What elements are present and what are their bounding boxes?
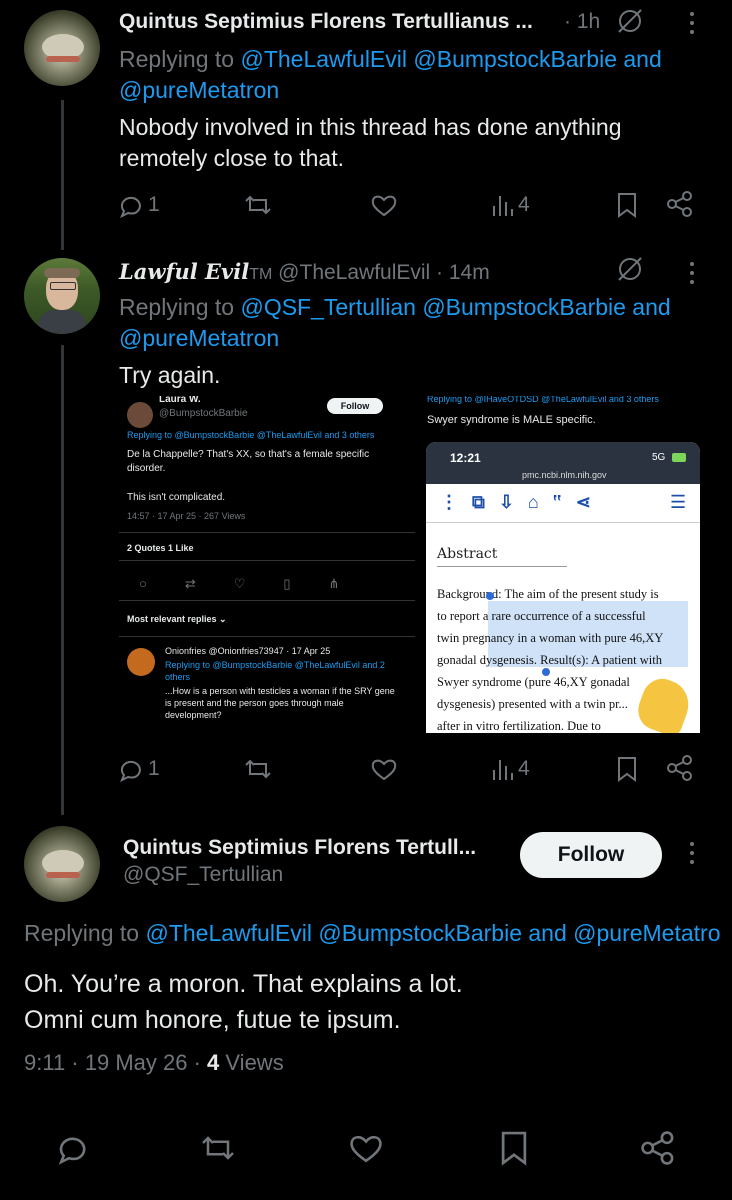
grok-icon[interactable] (612, 6, 648, 36)
post-timestamp[interactable]: 9:11 · 19 May 26 · (24, 1050, 201, 1075)
reply-handle[interactable]: @pureMetatron (119, 77, 279, 103)
phone-paragraph: Background: The aim of the present study… (437, 587, 659, 601)
selection-handle-icon (542, 668, 550, 676)
embed-meta: 14:57 · 17 Apr 25 · 267 Views (127, 511, 246, 521)
phone-paragraph: twin pregnancy in a woman with pure 46,X… (437, 631, 664, 645)
reply-count: 1 (148, 757, 160, 780)
embed-text: Swyer syndrome is MALE specific. (427, 414, 596, 426)
trademark-sign: TM (249, 266, 273, 283)
phone-paragraph: gonadal dysgenesis. Result(s): A patient… (437, 653, 662, 667)
views-icon[interactable] (488, 190, 518, 220)
phone-url: pmc.ncbi.nlm.nih.gov (522, 470, 607, 480)
reply-icon[interactable] (54, 1128, 94, 1168)
embed-follow-button: Follow (327, 398, 383, 414)
phone-signal: 5G (652, 452, 666, 463)
phone-abstract: Abstract (437, 546, 498, 562)
pointing-hand-icon (632, 673, 696, 733)
embed-reply-text: ...How is a person with testicles a woma… (165, 686, 395, 696)
retweet-icon[interactable] (240, 190, 276, 220)
embed-most-relevant: Most relevant replies ⌄ (127, 614, 227, 624)
reply-handles[interactable]: @TheLawfulEvil @BumpstockBarbie and @pur… (145, 920, 720, 946)
view-count: 4 (518, 193, 530, 216)
author-handle[interactable]: @QSF_Tertullian (123, 863, 283, 887)
reply-count: 1 (148, 193, 160, 216)
phone-paragraph: dysgenesis) presented with a twin pr... (437, 697, 628, 711)
embed-action-icons: ○⇄♡▯⋔ (139, 576, 378, 591)
avatar[interactable] (24, 826, 100, 902)
reply-handles[interactable]: @TheLawfulEvil @BumpstockBarbie and (240, 46, 661, 72)
phone-paragraph: after in vitro fertilization. Due to (437, 719, 601, 733)
embed-reply-to: others (165, 672, 191, 682)
embed-reply-name: Onionfries @Onionfries73947 · 17 Apr 25 (165, 646, 331, 656)
embed-text: De la Chappelle? That's XX, so that's a … (127, 449, 370, 460)
views-count: 4 (207, 1050, 220, 1075)
views-icon[interactable] (488, 754, 518, 784)
timestamp[interactable]: · 1h (564, 10, 600, 34)
tweet-text: remotely close to that. (119, 145, 344, 171)
embed-author: Laura W. (159, 396, 201, 405)
phone-paragraph: to report a rare occurrence of a success… (437, 609, 646, 623)
more-options-icon[interactable] (690, 12, 696, 39)
follow-button[interactable]: Follow (520, 832, 662, 878)
like-icon[interactable] (368, 754, 400, 784)
embed-text: This isn't complicated. (127, 492, 226, 503)
replying-label: Replying to (119, 46, 235, 72)
tweet-text: Try again. (119, 362, 221, 388)
embed-replying: Replying to @BumpstockBarbie @TheLawfulE… (127, 430, 375, 440)
reply-icon[interactable] (117, 754, 147, 784)
tweet-text: Omni cum honore, futue te ipsum. (24, 1006, 401, 1034)
phone-clock: 12:21 (450, 451, 481, 465)
share-icon[interactable] (638, 1128, 678, 1168)
author-name[interactable]: Lawful Evil (119, 259, 249, 284)
phone-toolbar-icons: ⋮⧉⇩⌂‟⋖ (440, 492, 605, 512)
reply-handle[interactable]: @pureMetatron (119, 325, 279, 351)
bookmark-icon[interactable] (612, 754, 642, 784)
replying-label: Replying to (119, 294, 235, 320)
retweet-icon[interactable] (196, 1128, 240, 1168)
avatar[interactable] (24, 258, 100, 334)
reply-icon[interactable] (117, 190, 147, 220)
bookmark-icon[interactable] (494, 1128, 534, 1168)
author-name[interactable]: Quintus Septimius Florens Tertullianus .… (119, 10, 533, 34)
embed-top-cut: Replying to @IHaveOTDSD @TheLawfulEvil a… (427, 396, 659, 404)
view-count: 4 (518, 757, 530, 780)
phone-menu-icon: ☰ (670, 492, 687, 512)
attached-image-left[interactable]: Laura W. @BumpstockBarbie Follow Replyin… (119, 396, 415, 733)
like-icon[interactable] (346, 1128, 386, 1168)
grok-icon[interactable] (612, 254, 648, 284)
replying-label: Replying to (24, 920, 140, 946)
bookmark-icon[interactable] (612, 190, 642, 220)
embed-reply-text: development? (165, 710, 222, 720)
phone-screenshot: 12:21 5G pmc.ncbi.nlm.nih.gov ⋮⧉⇩⌂‟⋖ ☰ A… (426, 442, 700, 733)
tweet-text: Oh. You’re a moron. That explains a lot. (24, 970, 463, 998)
attached-image-right[interactable]: Replying to @IHaveOTDSD @TheLawfulEvil a… (419, 396, 709, 733)
handle-time[interactable]: @TheLawfulEvil · 14m (278, 261, 490, 284)
selection-handle-icon (486, 592, 494, 600)
embed-reply-text: is present and the person goes through m… (165, 698, 344, 708)
share-icon[interactable] (664, 188, 696, 220)
thread-line (61, 345, 64, 815)
more-options-icon[interactable] (690, 842, 696, 869)
author-name[interactable]: Quintus Septimius Florens Tertull... (123, 836, 476, 860)
views-label: Views (225, 1050, 284, 1075)
phone-paragraph: Swyer syndrome (pure 46,XY gonadal (437, 675, 630, 689)
share-icon[interactable] (664, 752, 696, 784)
retweet-icon[interactable] (240, 754, 276, 784)
more-options-icon[interactable] (690, 262, 696, 289)
thread-line (61, 100, 64, 250)
reply-handles[interactable]: @QSF_Tertullian @BumpstockBarbie and (240, 294, 670, 320)
avatar[interactable] (24, 10, 100, 86)
embed-text: disorder. (127, 463, 166, 474)
tweet-text: Nobody involved in this thread has done … (119, 114, 622, 140)
embed-handle: @BumpstockBarbie (159, 408, 248, 419)
embed-quotes: 2 Quotes 1 Like (127, 543, 194, 553)
like-icon[interactable] (368, 190, 400, 220)
embed-reply-to: Replying to @BumpstockBarbie @TheLawfulE… (165, 660, 385, 670)
